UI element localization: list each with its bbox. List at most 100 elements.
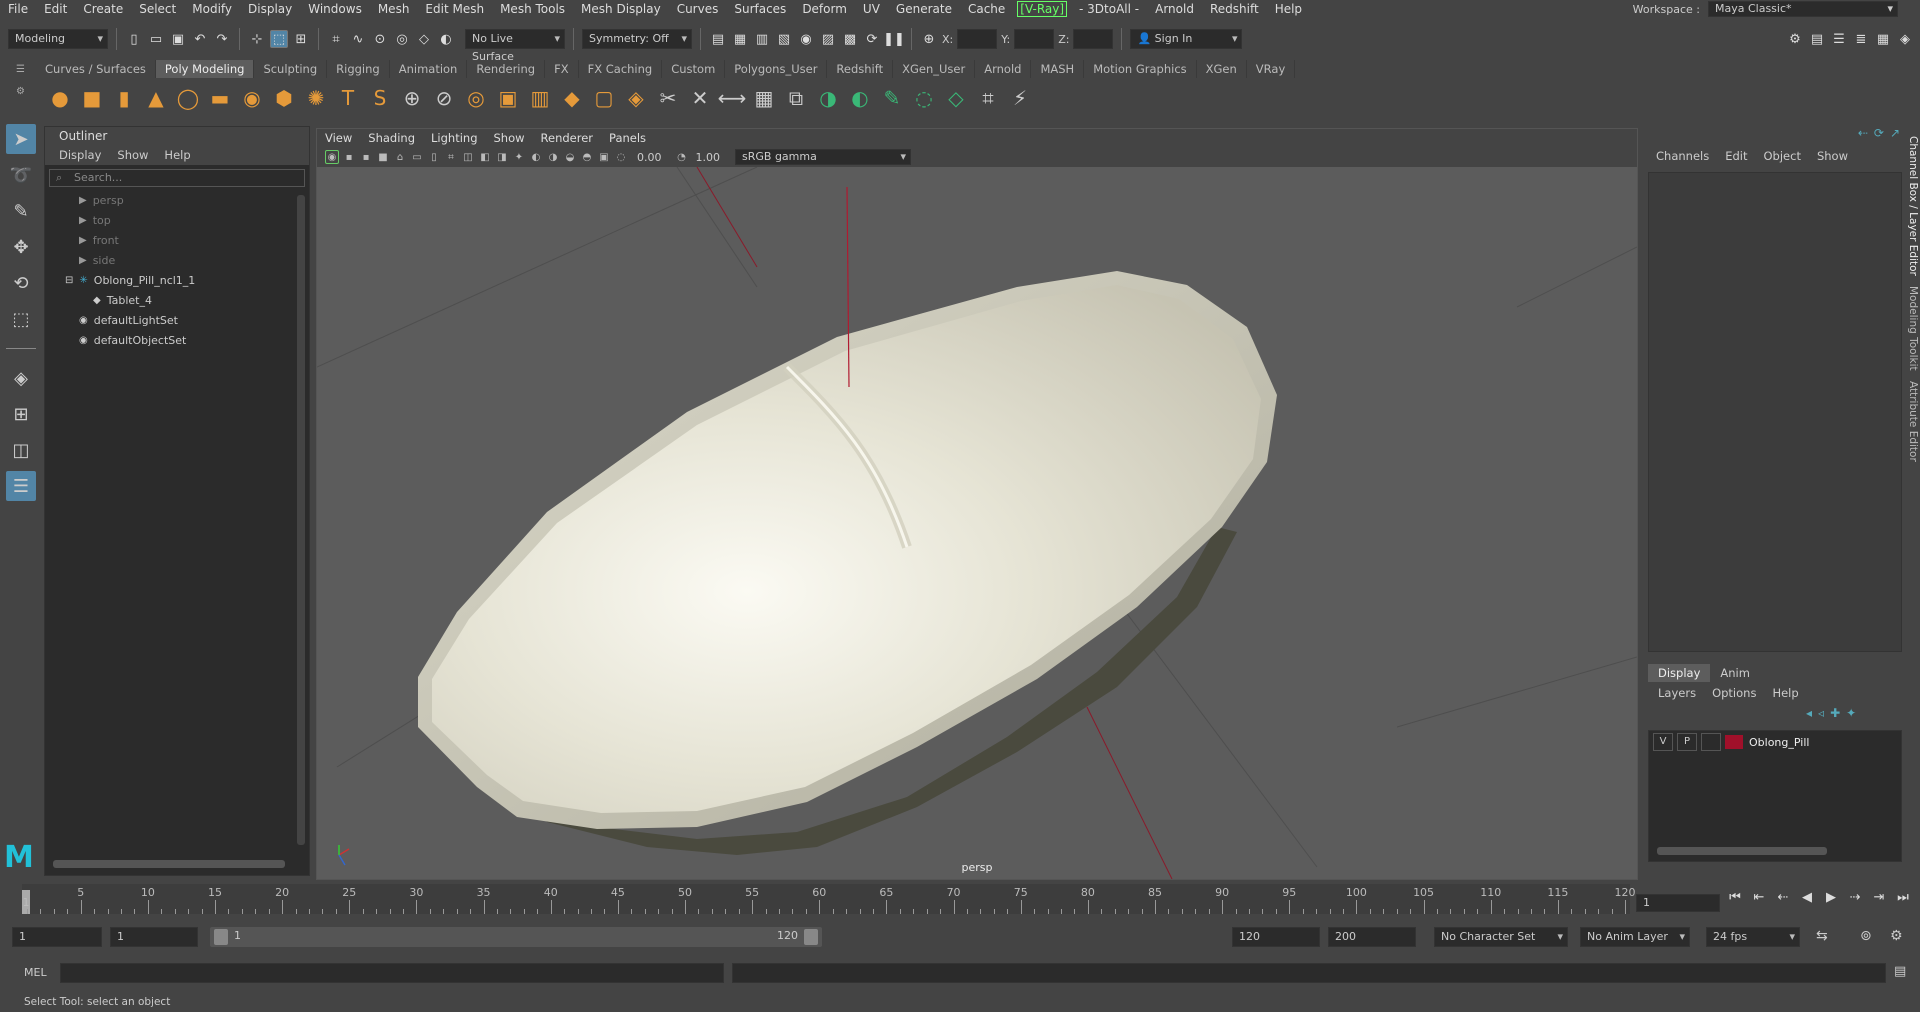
select-hierarchy-icon[interactable]: ⊹ [248, 30, 266, 48]
render-setup-icon[interactable]: ▩ [841, 30, 859, 48]
menu-surfaces[interactable]: Surfaces [726, 2, 794, 16]
quad-draw-icon[interactable]: ◇ [942, 84, 970, 112]
svg-icon[interactable]: S [366, 84, 394, 112]
shelf-tab-curves-surfaces[interactable]: Curves / Surfaces [36, 60, 156, 78]
symmetry-dropdown[interactable]: Symmetry: Off [582, 29, 692, 49]
outliner-search[interactable]: ⌕ Search... [49, 169, 305, 187]
range-slider[interactable]: 1 120 [210, 927, 822, 947]
shelf-tab-animation[interactable]: Animation [390, 60, 468, 78]
smooth-shade-icon[interactable]: ◧ [478, 150, 492, 164]
outliner-item[interactable]: ◉ defaultLightSet [65, 311, 309, 331]
character-set-dropdown[interactable]: No Character Set [1434, 927, 1568, 947]
layer-row[interactable]: V P Oblong_Pill [1649, 731, 1901, 753]
plane-icon[interactable]: ▬ [206, 84, 234, 112]
shelf-tab-custom[interactable]: Custom [662, 60, 726, 78]
disc-icon[interactable]: ◉ [238, 84, 266, 112]
layer-menu-layers[interactable]: Layers [1658, 686, 1696, 700]
menu-modify[interactable]: Modify [184, 2, 240, 16]
channel-box-icon[interactable]: ≣ [1852, 30, 1870, 48]
snap-surface-icon[interactable]: ◇ [415, 30, 433, 48]
hud-icon[interactable]: ▣ [597, 150, 611, 164]
move-tool-icon[interactable]: ✥ [6, 232, 36, 262]
camera-icon[interactable]: ■ [376, 150, 390, 164]
persp-outliner-icon[interactable]: ◫ [6, 435, 36, 465]
menu-generate[interactable]: Generate [888, 2, 960, 16]
target-weld-icon[interactable]: ✕ [686, 84, 714, 112]
connect-icon[interactable]: ⟷ [718, 84, 747, 112]
arrow-out-icon[interactable]: ↗ [1890, 126, 1900, 146]
bevel-icon[interactable]: ◆ [558, 84, 586, 112]
menu-arnold[interactable]: Arnold [1147, 2, 1202, 16]
fps-dropdown[interactable]: 24 fps [1706, 927, 1800, 947]
menu-help[interactable]: Help [1267, 2, 1310, 16]
menu-mesh-display[interactable]: Mesh Display [573, 2, 669, 16]
shelf-tab-xgen[interactable]: XGen [1197, 60, 1247, 78]
playback-start-field[interactable]: 1 [110, 927, 198, 947]
current-frame-field[interactable]: 1 [1636, 894, 1720, 912]
extrude-icon[interactable]: ▣ [494, 84, 522, 112]
sculpt-icon[interactable]: ✎ [878, 84, 906, 112]
viewport-canvas[interactable]: persp [317, 167, 1637, 879]
attribute-editor-icon[interactable]: ▤ [1808, 30, 1826, 48]
image-plane-icon[interactable]: ▪ [359, 150, 373, 164]
boolean-icon[interactable]: ◑ [814, 84, 842, 112]
menu-edit[interactable]: Edit [36, 2, 75, 16]
four-view-icon[interactable]: ⊞ [6, 399, 36, 429]
outliner-item[interactable]: ▶ top [65, 211, 309, 231]
mel-label[interactable]: MEL [24, 966, 47, 979]
camera-attributes-icon[interactable]: ◉ [325, 150, 339, 164]
refresh-icon[interactable]: ⟳ [1874, 126, 1884, 146]
layer-visibility-toggle[interactable]: V [1653, 733, 1673, 751]
animation-end-field[interactable]: 200 [1328, 927, 1416, 947]
shelf-tab-xgen-user[interactable]: XGen_User [893, 60, 976, 78]
shelf-tab-arnold[interactable]: Arnold [975, 60, 1032, 78]
shelf-tab-motion-graphics[interactable]: Motion Graphics [1084, 60, 1197, 78]
outliner-item[interactable]: ◆ Tablet_4 [65, 291, 309, 311]
wireframe-icon[interactable]: ◫ [461, 150, 475, 164]
outliner-item[interactable]: ▶ front [65, 231, 309, 251]
live-surface-dropdown[interactable]: No Live Surface [465, 29, 565, 63]
exposure-icon[interactable]: ◌ [614, 150, 628, 164]
outliner-item[interactable]: ⊟ ✳ Oblong_Pill_ncl1_1 [65, 271, 309, 291]
layer-menu-help[interactable]: Help [1772, 686, 1798, 700]
move-layer-up-icon[interactable]: ◂ [1806, 706, 1812, 720]
menu-display[interactable]: Display [240, 2, 300, 16]
open-scene-icon[interactable]: ▭ [147, 30, 165, 48]
tool-settings-icon[interactable]: ☰ [1830, 30, 1848, 48]
paint-select-icon[interactable]: ✎ [6, 196, 36, 226]
outliner-item[interactable]: ▶ side [65, 251, 309, 271]
script-editor-icon[interactable]: ▤ [1894, 964, 1906, 979]
shelf-tab-vray[interactable]: VRay [1247, 60, 1296, 78]
menu-3dtoall[interactable]: - 3DtoAll - [1071, 2, 1147, 16]
channel-menu-show[interactable]: Show [1817, 149, 1848, 163]
platonic-icon[interactable]: ⬢ [270, 84, 298, 112]
side-tab-modeling-toolkit[interactable]: Modeling Toolkit [1907, 286, 1919, 371]
range-start-handle[interactable] [214, 929, 228, 945]
lock-camera-icon[interactable]: ⌂ [393, 150, 407, 164]
lattice-icon[interactable]: ⌗ [974, 84, 1002, 112]
outliner-h-scrollbar[interactable] [53, 860, 285, 868]
menu-mesh[interactable]: Mesh [370, 2, 418, 16]
cube-icon[interactable]: ■ [78, 84, 106, 112]
bridge-icon[interactable]: ▥ [526, 84, 554, 112]
render-current-icon[interactable]: ▦ [731, 30, 749, 48]
hypershade-icon[interactable]: ◉ [797, 30, 815, 48]
shelf-menu-icon[interactable]: ☰ ⚙ [16, 64, 30, 114]
outliner-menu-show[interactable]: Show [117, 148, 148, 162]
snap-grid-icon[interactable]: ⌗ [327, 30, 345, 48]
input-ops-icon[interactable]: ▤ [709, 30, 727, 48]
layer-playback-toggle[interactable]: P [1677, 733, 1697, 751]
shelf-tab-poly-modeling[interactable]: Poly Modeling [155, 60, 255, 78]
select-object-icon[interactable]: ⬚ [270, 30, 288, 48]
channel-box-area[interactable] [1648, 172, 1902, 652]
go-to-start-icon[interactable]: ⏮ [1726, 890, 1744, 905]
y-field[interactable] [1014, 29, 1055, 49]
undo-icon[interactable]: ↶ [191, 30, 209, 48]
channel-menu-channels[interactable]: Channels [1656, 149, 1709, 163]
new-layer-icon[interactable]: ✚ [1830, 706, 1840, 720]
auto-key-icon[interactable]: ⊚ [1860, 928, 1872, 944]
uv-editor-icon[interactable]: ▦ [750, 84, 778, 112]
film-gate-icon[interactable]: ▭ [410, 150, 424, 164]
shelf-tab-rendering[interactable]: Rendering [467, 60, 546, 78]
soft-select-icon[interactable]: ◌ [910, 84, 938, 112]
